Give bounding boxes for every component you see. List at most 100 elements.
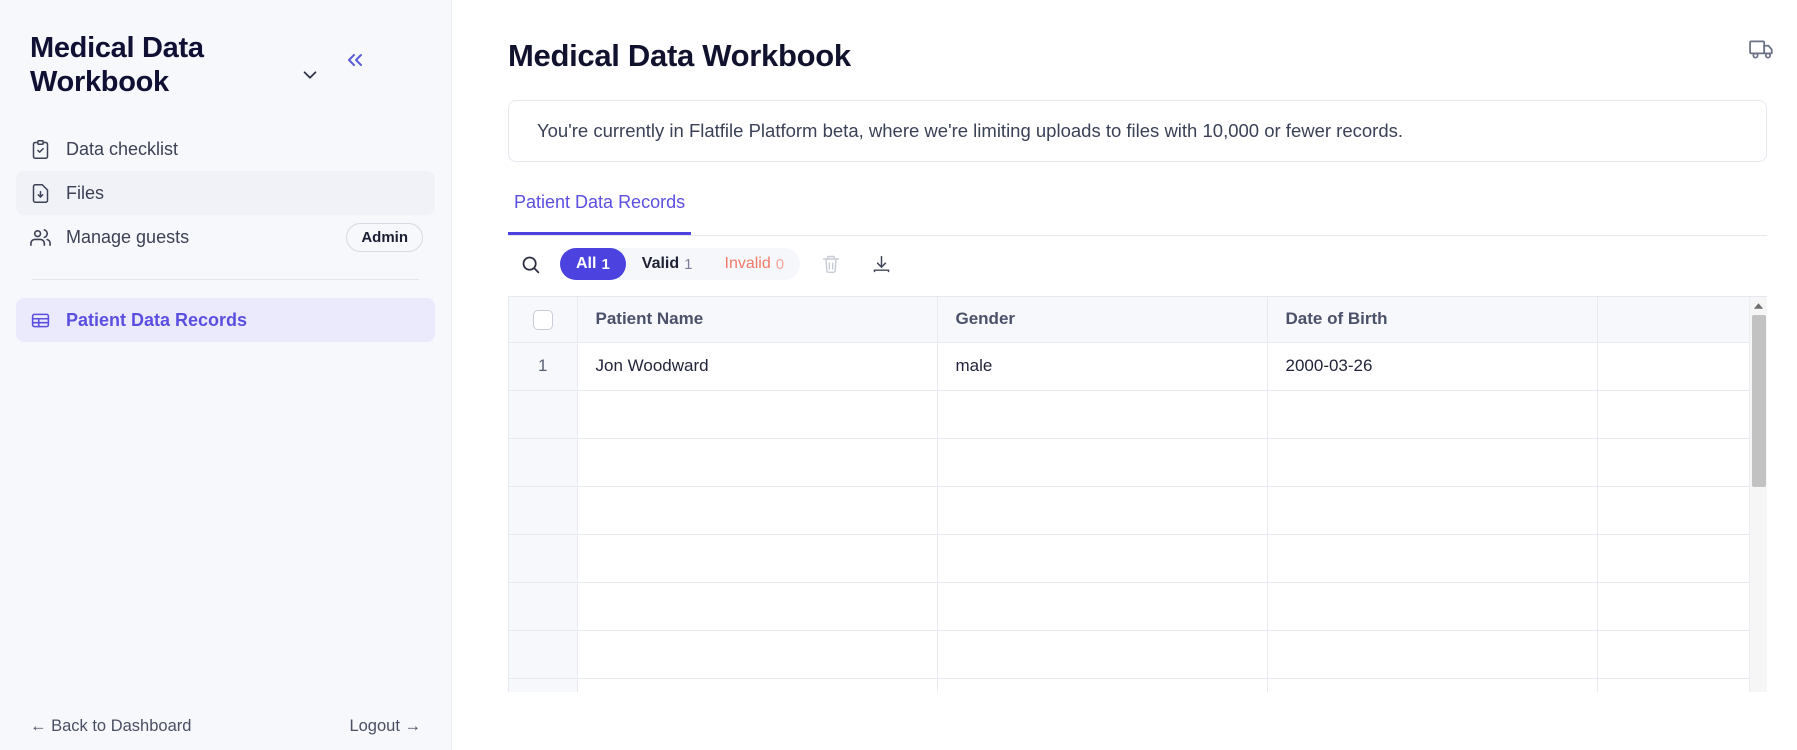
filter-pill-invalid-label: Invalid — [724, 255, 771, 272]
beta-banner: You're currently in Flatfile Platform be… — [508, 100, 1767, 162]
collapse-left-icon[interactable] — [343, 48, 367, 72]
cell-gender[interactable] — [937, 678, 1268, 692]
row-number — [509, 438, 578, 487]
table-body: 1 Jon Woodward male 2000-03-26 — [509, 342, 1767, 692]
cell-date-of-birth[interactable] — [1267, 438, 1598, 487]
cell-spacer — [1597, 630, 1767, 679]
sidebar-item-label: Files — [66, 182, 105, 203]
sidebar-item-label: Manage guests — [66, 226, 190, 247]
table-row[interactable] — [509, 678, 1767, 692]
cell-date-of-birth[interactable] — [1267, 486, 1598, 535]
cell-gender[interactable]: male — [937, 342, 1268, 391]
cell-spacer — [1597, 390, 1767, 439]
column-header-date-of-birth[interactable]: Date of Birth — [1267, 297, 1598, 343]
cell-spacer — [1597, 582, 1767, 631]
sidebar-divider — [32, 279, 419, 281]
row-number — [509, 678, 578, 692]
table-row[interactable] — [509, 534, 1767, 583]
table-row[interactable] — [509, 630, 1767, 679]
users-icon — [28, 226, 52, 249]
filter-pill-invalid-count: 0 — [775, 255, 785, 273]
sidebar-item-manage-guests[interactable]: Manage guests Admin — [16, 215, 435, 259]
cell-date-of-birth[interactable] — [1267, 582, 1598, 631]
cell-spacer — [1597, 342, 1767, 391]
cell-date-of-birth[interactable] — [1267, 534, 1598, 583]
cell-gender[interactable] — [937, 534, 1268, 583]
select-all-cell — [509, 297, 578, 343]
filter-pill-all[interactable]: All 1 — [560, 248, 626, 280]
table-row[interactable] — [509, 582, 1767, 631]
table-grid-icon — [28, 310, 52, 331]
row-number — [509, 582, 578, 631]
cell-patient-name[interactable] — [577, 582, 938, 631]
table-row[interactable] — [509, 486, 1767, 535]
cell-spacer — [1597, 534, 1767, 583]
row-number — [509, 390, 578, 439]
column-header-gender[interactable]: Gender — [937, 297, 1268, 343]
sidebar-item-data-checklist[interactable]: Data checklist — [16, 127, 435, 171]
filter-pill-invalid[interactable]: Invalid 0 — [709, 248, 801, 280]
select-all-checkbox[interactable] — [532, 309, 553, 330]
main-content: Medical Data Workbook You're currently i… — [452, 0, 1797, 750]
sidebar-item-patient-data-records[interactable]: Patient Data Records — [16, 298, 435, 343]
cell-date-of-birth[interactable]: 2000-03-26 — [1267, 342, 1598, 391]
cell-patient-name[interactable] — [577, 534, 938, 583]
sidebar-item-label: Data checklist — [66, 138, 179, 159]
cell-date-of-birth[interactable] — [1267, 678, 1598, 692]
logout-link[interactable]: Logout → — [349, 717, 421, 736]
search-icon[interactable] — [510, 244, 550, 284]
sidebar-footer: ← Back to Dashboard Logout → — [0, 717, 451, 736]
filter-pill-valid-count: 1 — [684, 255, 693, 273]
scrollbar-thumb[interactable] — [1752, 315, 1766, 487]
truck-icon[interactable] — [1749, 36, 1775, 62]
back-to-dashboard-link[interactable]: ← Back to Dashboard — [30, 717, 191, 736]
cell-date-of-birth[interactable] — [1267, 390, 1598, 439]
cell-patient-name[interactable] — [577, 438, 938, 487]
cell-patient-name[interactable] — [577, 678, 938, 692]
page-title: Medical Data Workbook — [508, 38, 851, 73]
row-number: 1 — [509, 342, 578, 391]
records-table-container: Patient Name Gender Date of Birth 1 Jon … — [508, 296, 1767, 692]
chevron-down-icon[interactable] — [299, 64, 321, 86]
sidebar-nav: Data checklist Files Manage guests Admin — [0, 127, 451, 343]
sidebar-header: Medical Data Workbook — [0, 0, 451, 99]
column-header-spacer — [1597, 297, 1767, 343]
tab-bar: Patient Data Records — [508, 192, 1767, 236]
cell-gender[interactable] — [937, 582, 1268, 631]
filter-pill-group: All 1 Valid 1 Invalid 0 — [560, 248, 801, 280]
table-row[interactable] — [509, 390, 1767, 439]
table-vertical-scrollbar[interactable] — [1749, 297, 1767, 692]
filter-pill-valid[interactable]: Valid 1 — [626, 248, 709, 280]
cell-gender[interactable] — [937, 438, 1268, 487]
table-row[interactable]: 1 Jon Woodward male 2000-03-26 — [509, 342, 1767, 391]
cell-date-of-birth[interactable] — [1267, 630, 1598, 679]
cell-gender[interactable] — [937, 390, 1268, 439]
workspace-title: Medical Data Workbook — [30, 32, 204, 98]
cell-spacer — [1597, 678, 1767, 692]
cell-patient-name[interactable]: Jon Woodward — [577, 342, 938, 391]
tab-patient-data-records[interactable]: Patient Data Records — [508, 192, 692, 235]
column-header-patient-name[interactable]: Patient Name — [577, 297, 938, 343]
cell-gender[interactable] — [937, 630, 1268, 679]
filter-pill-valid-label: Valid — [641, 255, 680, 272]
cell-spacer — [1597, 438, 1767, 487]
table-header-row: Patient Name Gender Date of Birth — [509, 297, 1767, 343]
sidebar-item-label: Patient Data Records — [66, 309, 248, 330]
app-root: Medical Data Workbook Data checklist Fil… — [0, 0, 1797, 750]
table-row[interactable] — [509, 438, 1767, 487]
cell-gender[interactable] — [937, 486, 1268, 535]
cell-patient-name[interactable] — [577, 486, 938, 535]
download-icon[interactable] — [862, 245, 900, 283]
trash-icon[interactable] — [812, 245, 850, 283]
beta-banner-text: You're currently in Flatfile Platform be… — [537, 120, 1404, 141]
admin-badge: Admin — [346, 222, 423, 252]
cell-patient-name[interactable] — [577, 630, 938, 679]
filter-pill-all-count: 1 — [601, 255, 610, 273]
scroll-up-arrow-icon[interactable] — [1750, 297, 1767, 314]
sidebar-item-files[interactable]: Files — [16, 171, 435, 216]
file-download-icon — [28, 183, 52, 204]
cell-patient-name[interactable] — [577, 390, 938, 439]
table-toolbar: All 1 Valid 1 Invalid 0 — [508, 236, 1767, 292]
row-number — [509, 486, 578, 535]
sidebar: Medical Data Workbook Data checklist Fil… — [0, 0, 452, 750]
